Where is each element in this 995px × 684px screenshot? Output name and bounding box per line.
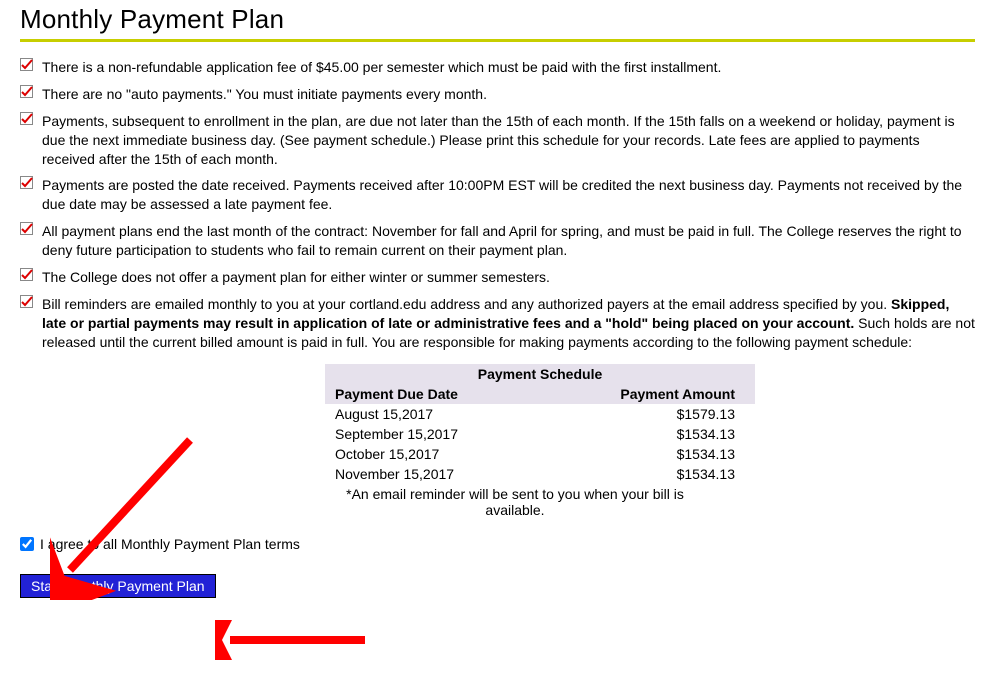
divider bbox=[20, 39, 975, 42]
term-text: There is a non-refundable application fe… bbox=[42, 59, 721, 75]
payment-schedule: Payment Schedule Payment Due Date Paymen… bbox=[325, 364, 975, 518]
term-text: Payments are posted the date received. P… bbox=[42, 177, 962, 212]
schedule-reminder: *An email reminder will be sent to you w… bbox=[325, 486, 705, 518]
table-row: October 15,2017$1534.13 bbox=[325, 444, 755, 464]
term-item: The College does not offer a payment pla… bbox=[20, 264, 975, 291]
term-item: Bill reminders are emailed monthly to yo… bbox=[20, 291, 975, 356]
term-text: The College does not offer a payment pla… bbox=[42, 269, 550, 285]
agree-label: I agree to all Monthly Payment Plan term… bbox=[40, 536, 300, 552]
amount-cell: $1534.13 bbox=[575, 444, 755, 464]
term-text: Payments, subsequent to enrollment in th… bbox=[42, 113, 955, 167]
checkmark-icon bbox=[20, 58, 33, 71]
amount-cell: $1534.13 bbox=[575, 464, 755, 484]
term-item: All payment plans end the last month of … bbox=[20, 218, 975, 264]
checkmark-icon bbox=[20, 222, 33, 235]
arrow-annotation-icon bbox=[215, 620, 375, 660]
term-item: There are no "auto payments." You must i… bbox=[20, 81, 975, 108]
page-title: Monthly Payment Plan bbox=[20, 4, 975, 35]
due-date-cell: October 15,2017 bbox=[325, 444, 575, 464]
checkmark-icon bbox=[20, 176, 33, 189]
checkmark-icon bbox=[20, 268, 33, 281]
due-date-cell: November 15,2017 bbox=[325, 464, 575, 484]
terms-list: There is a non-refundable application fe… bbox=[20, 54, 975, 356]
schedule-header-amount: Payment Amount bbox=[575, 384, 755, 404]
checkmark-icon bbox=[20, 85, 33, 98]
term-text: There are no "auto payments." You must i… bbox=[42, 86, 487, 102]
agree-checkbox[interactable] bbox=[20, 537, 34, 551]
term-item: Payments are posted the date received. P… bbox=[20, 172, 975, 218]
schedule-header-due: Payment Due Date bbox=[325, 384, 575, 404]
table-row: August 15,2017$1579.13 bbox=[325, 404, 755, 424]
term-text: Bill reminders are emailed monthly to yo… bbox=[42, 296, 891, 312]
term-item: Payments, subsequent to enrollment in th… bbox=[20, 108, 975, 173]
table-row: September 15,2017$1534.13 bbox=[325, 424, 755, 444]
due-date-cell: August 15,2017 bbox=[325, 404, 575, 424]
schedule-caption: Payment Schedule bbox=[325, 364, 755, 384]
amount-cell: $1579.13 bbox=[575, 404, 755, 424]
due-date-cell: September 15,2017 bbox=[325, 424, 575, 444]
start-monthly-payment-plan-button[interactable]: Start Monthly Payment Plan bbox=[20, 574, 216, 598]
checkmark-icon bbox=[20, 112, 33, 125]
term-text: All payment plans end the last month of … bbox=[42, 223, 962, 258]
term-item: There is a non-refundable application fe… bbox=[20, 54, 975, 81]
amount-cell: $1534.13 bbox=[575, 424, 755, 444]
checkmark-icon bbox=[20, 295, 33, 308]
table-row: November 15,2017$1534.13 bbox=[325, 464, 755, 484]
